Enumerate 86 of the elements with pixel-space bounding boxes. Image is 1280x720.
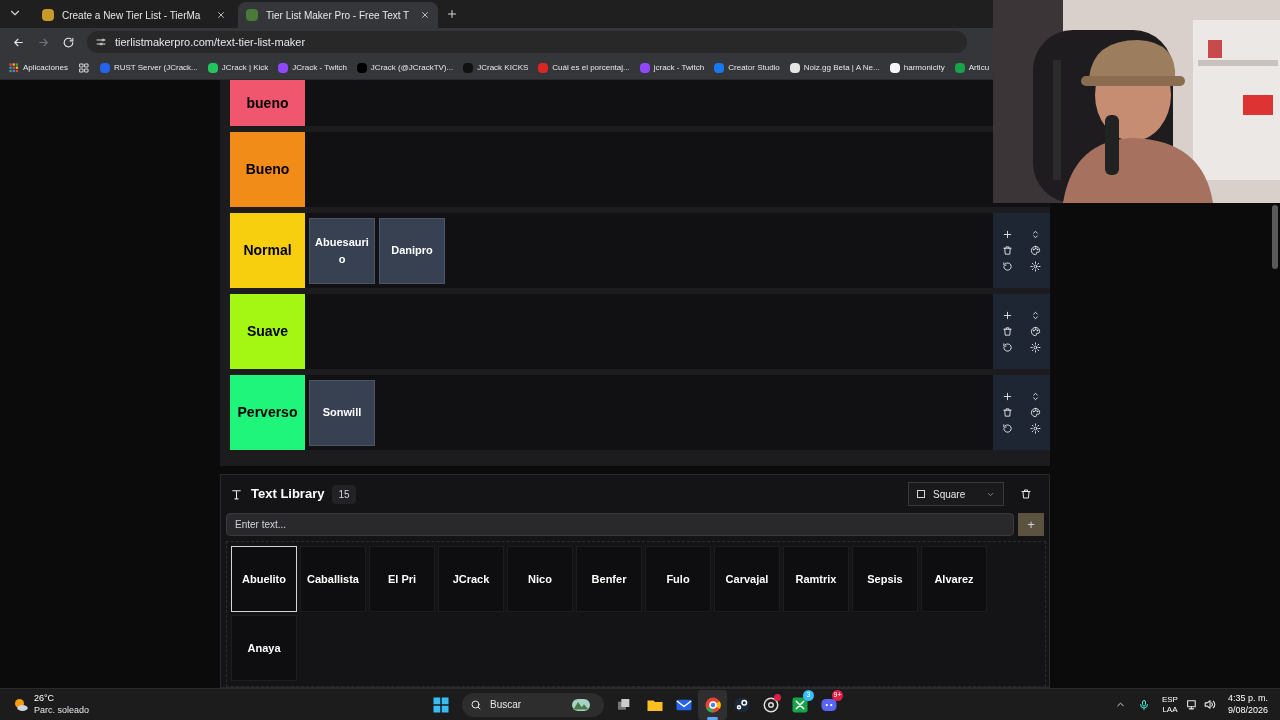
- task-view-icon[interactable]: [616, 696, 632, 713]
- shape-dropdown[interactable]: Square: [908, 482, 1004, 506]
- palette-icon[interactable]: [1030, 407, 1042, 418]
- favicon-icon: [246, 9, 258, 21]
- tab-groups-icon[interactable]: [77, 61, 90, 74]
- bookmark-link[interactable]: Aplicaciones: [23, 61, 68, 74]
- text-item-card[interactable]: Caballista: [300, 546, 366, 612]
- tier-label[interactable]: Normal: [230, 213, 305, 288]
- tab-title: Tier List Maker Pro - Free Text T: [266, 8, 411, 23]
- text-item-card[interactable]: Nico: [507, 546, 573, 612]
- text-item-card[interactable]: Carvajal: [714, 546, 780, 612]
- address-bar[interactable]: tierlistmakerpro.com/text-tier-list-maker: [87, 31, 967, 53]
- taskbar-search-field[interactable]: Buscar: [462, 692, 604, 717]
- bookmark-link[interactable]: JCrack (@JCrackTV)...: [370, 61, 454, 74]
- network-icon[interactable]: [1185, 698, 1199, 711]
- search-placeholder: Buscar: [490, 698, 523, 712]
- text-item-card[interactable]: Anaya: [231, 615, 297, 681]
- bookmark-link[interactable]: JCrack | Kick: [221, 61, 269, 74]
- delete-icon[interactable]: [1001, 245, 1013, 256]
- text-item-card[interactable]: Danipro: [379, 217, 445, 284]
- tier-label[interactable]: bueno: [230, 80, 305, 126]
- volume-icon[interactable]: [1202, 698, 1216, 711]
- bookmark-link[interactable]: jcrack - Twitch: [653, 61, 705, 74]
- text-item-card[interactable]: Abuesauri o: [309, 217, 375, 284]
- close-icon[interactable]: [216, 10, 226, 20]
- reset-icon[interactable]: [1001, 423, 1013, 434]
- clock-date[interactable]: 9/08/2026: [1227, 704, 1268, 716]
- tab-title: Create a New Tier List - TierMa: [62, 8, 202, 23]
- text-item-card[interactable]: Sepsis: [852, 546, 918, 612]
- section-title: Text Library: [251, 485, 325, 504]
- palette-icon[interactable]: [1030, 245, 1042, 256]
- tier-label[interactable]: Perverso: [230, 375, 305, 450]
- taskbar-app-button[interactable]: [698, 689, 727, 720]
- add-icon[interactable]: [1001, 310, 1013, 321]
- text-item-card[interactable]: Alvarez: [921, 546, 987, 612]
- text-item-card[interactable]: Abuelito: [231, 546, 297, 612]
- browser-tab[interactable]: Create a New Tier List - TierMa: [34, 2, 234, 28]
- clock-time[interactable]: 4:35 p. m.: [1227, 693, 1268, 705]
- text-item-card[interactable]: Fulo: [645, 546, 711, 612]
- text-item-card[interactable]: JCrack: [438, 546, 504, 612]
- add-button[interactable]: +: [1018, 513, 1044, 536]
- temperature-text: 26°C: [34, 693, 56, 705]
- bookmark-link[interactable]: harmonicity: [903, 61, 945, 74]
- recording-icon: [761, 695, 780, 714]
- bookmark-link[interactable]: Cuál es el porcentaj...: [552, 61, 630, 74]
- apps-grid-icon: [8, 62, 19, 73]
- bookmark-link[interactable]: Articu: [968, 61, 990, 74]
- site-settings-icon[interactable]: [95, 36, 107, 48]
- bookmark-link[interactable]: JCrack - Twitch: [292, 61, 347, 74]
- bookmark-link[interactable]: RUST Server (JCrack...: [113, 61, 198, 74]
- start-icon[interactable]: [432, 695, 450, 714]
- text-item-card[interactable]: El Pri: [369, 546, 435, 612]
- delete-icon[interactable]: [1001, 407, 1013, 418]
- delete-icon[interactable]: [1001, 326, 1013, 337]
- keyboard-layout-text[interactable]: LAA: [1162, 704, 1178, 715]
- search-icon: [470, 698, 482, 711]
- text-item-card[interactable]: Sonwill: [309, 379, 375, 446]
- favicon-icon: [42, 9, 54, 21]
- close-icon[interactable]: [420, 10, 430, 20]
- bookmark-link[interactable]: Noiz.gg Beta | A Ne...: [803, 61, 880, 74]
- browser-icon: [703, 695, 722, 714]
- text-item-card[interactable]: Ramtrix: [783, 546, 849, 612]
- text-icon: [230, 487, 243, 501]
- language-text[interactable]: ESP: [1161, 694, 1178, 705]
- microphone-icon[interactable]: [1137, 698, 1150, 711]
- new-tab-icon[interactable]: [446, 8, 458, 20]
- delete-icon[interactable]: [1020, 488, 1032, 500]
- palette-icon[interactable]: [1030, 326, 1042, 337]
- add-icon[interactable]: [1001, 391, 1013, 402]
- weather-text: Parc. soleado: [34, 704, 90, 716]
- reset-icon[interactable]: [1001, 342, 1013, 353]
- bookmark-link[interactable]: JCrack KICKS: [477, 61, 529, 74]
- browser-tab[interactable]: Tier List Maker Pro - Free Text T: [238, 2, 438, 28]
- reload-icon[interactable]: [62, 35, 75, 49]
- text-item-card[interactable]: Benfer: [576, 546, 642, 612]
- tier-label[interactable]: Bueno: [230, 132, 305, 207]
- tier-label[interactable]: Suave: [230, 294, 305, 369]
- url-text: tierlistmakerpro.com/text-tier-list-maker: [115, 34, 306, 50]
- reset-icon[interactable]: [1001, 261, 1013, 272]
- xbox-icon: [790, 695, 809, 714]
- bookmark-link[interactable]: Creator Studio: [728, 61, 780, 74]
- add-icon[interactable]: [1001, 229, 1013, 240]
- active-indicator: [707, 716, 718, 720]
- count-badge: 15: [332, 484, 356, 504]
- text-input-field[interactable]: Enter text...: [226, 513, 1014, 536]
- scrollbar-thumb[interactable]: [1272, 205, 1278, 269]
